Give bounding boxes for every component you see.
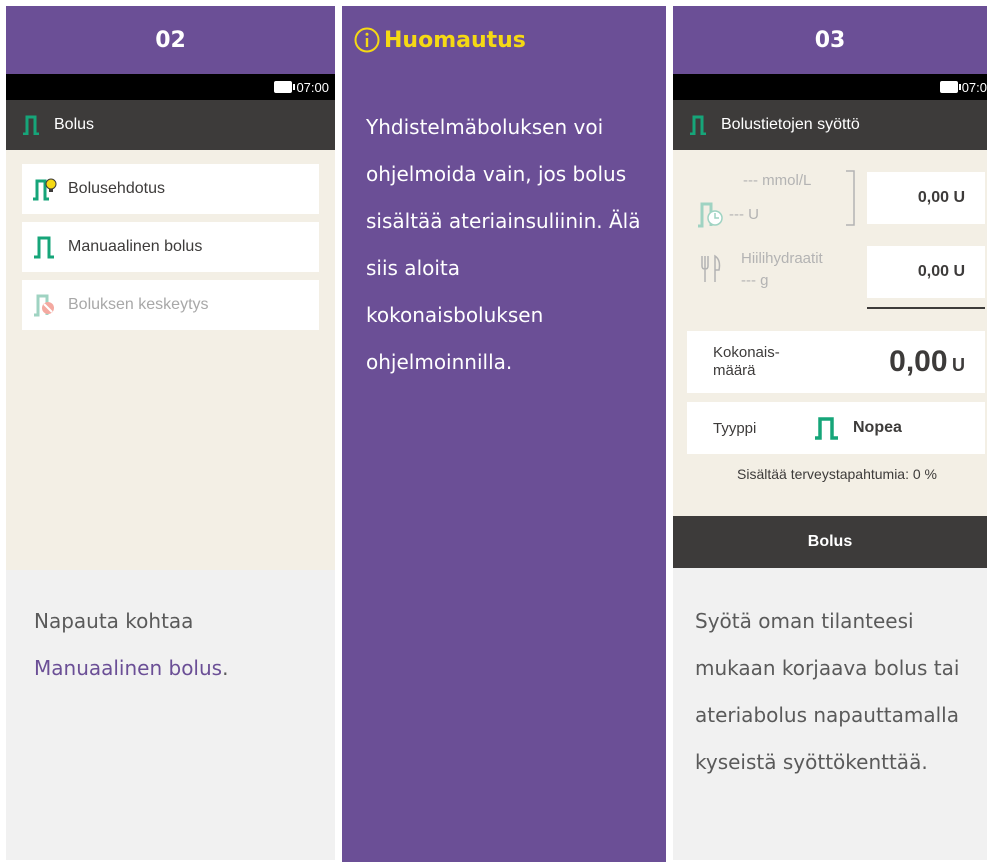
bolus-icon [34, 236, 54, 259]
status-bar: 07:0 [673, 74, 987, 100]
insulin-clock-icon [698, 202, 723, 228]
menu-item-bolus-advice[interactable]: Bolusehdotus [22, 164, 319, 214]
insulin-value: --- U [729, 206, 759, 223]
screen-titlebar: Bolus [6, 100, 335, 150]
bolus-button[interactable]: Bolus [673, 516, 987, 568]
screen-title: Bolus [54, 116, 95, 133]
correction-value: 0,00 U [917, 189, 965, 206]
note-body: Yhdistelmäboluksen voi ohjelmoida vain, … [366, 115, 641, 374]
battery-icon [274, 81, 296, 93]
step-number: 02 [6, 6, 335, 74]
description-suffix: . [222, 656, 229, 680]
battery-icon [939, 81, 961, 93]
total-divider [867, 307, 985, 309]
step-description: Napauta kohtaa Manuaalinen bolus. [6, 570, 335, 720]
total-label: Kokonais- määrä [713, 344, 780, 380]
phone-screen: 07:00 Bolus Bolusehdotus Manuaalinen bol… [6, 74, 335, 570]
menu-item-label: Manuaalinen bolus [68, 238, 203, 255]
cancel-bolus-icon [34, 294, 54, 317]
menu-item-label: Boluksen keskeytys [68, 296, 209, 313]
meal-bolus-field[interactable]: 0,00 U [867, 246, 985, 298]
menu-area: Bolusehdotus Manuaalinen bolus Boluksen … [6, 150, 335, 570]
info-icon [354, 27, 380, 53]
step-number: 03 [673, 6, 987, 74]
total-unit: U [952, 355, 965, 375]
bolus-input-area: --- mmol/L --- U 0,00 U Hiilihydraatit -… [673, 150, 987, 516]
bracket-icon [846, 170, 855, 226]
health-events-text: Sisältää terveystapahtumia: 0 % [737, 466, 937, 482]
type-value: Nopea [853, 419, 902, 436]
step-02-panel: 02 07:00 Bolus Bolusehdotus Manuaalinen … [6, 6, 335, 860]
note-title: Huomautus [384, 27, 526, 53]
carb-unit: --- g [741, 272, 769, 289]
status-bar: 07:00 [6, 74, 335, 100]
phone-screen: 07:0 Bolustietojen syöttö --- mmol/L ---… [673, 74, 987, 570]
description-highlight: Manuaalinen bolus [34, 656, 223, 680]
bolus-advice-icon [33, 178, 57, 201]
status-time: 07:00 [296, 79, 329, 95]
step-03-panel: 03 07:0 Bolustietojen syöttö --- mmol/L … [673, 6, 987, 860]
bolus-type-row[interactable]: Tyyppi Nopea [687, 402, 985, 454]
status-time: 07:0 [961, 79, 987, 95]
total-amount-box: Kokonais- määrä 0,00 U [687, 331, 985, 393]
bolus-icon [23, 115, 39, 135]
bg-value: --- mmol/L [743, 172, 812, 189]
note-panel: Huomautus Yhdistelmäboluksen voi ohjelmo… [342, 6, 666, 862]
total-value: 0,00 [889, 345, 948, 378]
menu-item-label: Bolusehdotus [68, 180, 165, 197]
menu-item-cancel-bolus[interactable]: Boluksen keskeytys [22, 280, 319, 330]
step-description: Syötä oman tilanteesi mukaan korjaava bo… [695, 609, 960, 774]
carb-value: 0,00 U [917, 263, 965, 280]
total-label-line: Kokonais- [713, 344, 780, 361]
type-label: Tyyppi [713, 419, 757, 437]
screen-titlebar: Bolustietojen syöttö [673, 100, 987, 150]
fork-knife-icon [701, 254, 721, 282]
bolus-icon [690, 115, 706, 135]
bolus-icon [815, 417, 838, 440]
correction-bolus-field[interactable]: 0,00 U [867, 172, 985, 224]
description-text: Napauta kohtaa [34, 609, 194, 633]
carb-label: Hiilihydraatit [741, 250, 823, 267]
note-header: Huomautus [342, 6, 666, 74]
menu-item-manual-bolus[interactable]: Manuaalinen bolus [22, 222, 319, 272]
total-label-line: määrä [713, 362, 756, 379]
screen-title: Bolustietojen syöttö [721, 116, 860, 133]
total-amount: 0,00 U [889, 345, 965, 379]
